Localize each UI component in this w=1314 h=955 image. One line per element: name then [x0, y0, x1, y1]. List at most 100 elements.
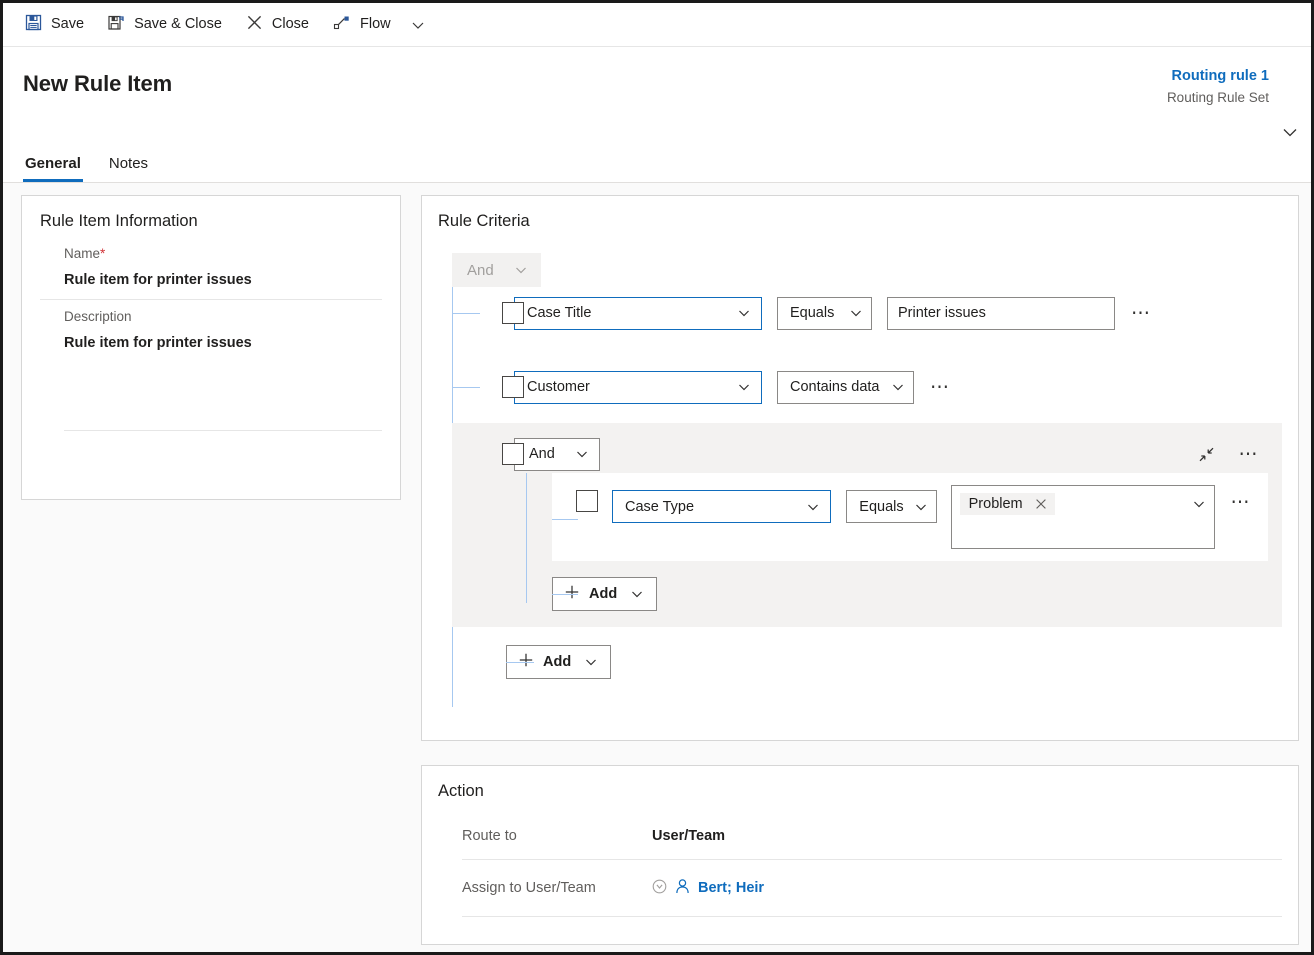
- criteria-value-multiselect[interactable]: Problem: [950, 485, 1215, 549]
- collapse-icon[interactable]: [1198, 446, 1215, 463]
- criteria-row-checkbox[interactable]: [502, 376, 524, 398]
- criteria-value-chevron-down-icon: [1192, 497, 1206, 511]
- criteria-group-body: Case Type Equals Problem ⋯ Add: [526, 473, 1268, 611]
- criteria-row: Case Title Equals Printer issues ⋯: [452, 287, 1282, 339]
- root-operator-dropdown[interactable]: And: [452, 253, 541, 287]
- record-header: New Rule Item Routing rule 1 Routing Rul…: [3, 47, 1311, 183]
- criteria-group-operator-dropdown[interactable]: And: [514, 437, 600, 471]
- person-icon: [674, 878, 691, 899]
- description-field-group: Description Rule item for printer issues: [40, 306, 382, 431]
- criteria-field-chevron-down-icon: [737, 306, 751, 320]
- header-expand-chevron-down-icon[interactable]: [1277, 119, 1303, 145]
- save-and-close-button[interactable]: Save & Close: [96, 5, 234, 45]
- criteria-row-more-button[interactable]: ⋯: [1127, 304, 1157, 323]
- criteria-operator-dropdown[interactable]: Contains data: [777, 370, 914, 404]
- criteria-operator-label: Equals: [790, 305, 835, 321]
- criteria-group-tools: ⋯: [1198, 445, 1269, 464]
- root-operator-chevron-down-icon: [514, 263, 528, 277]
- criteria-root-add-row: Add: [506, 645, 1282, 679]
- criteria-group-add-row: Add: [552, 577, 1268, 611]
- save-button[interactable]: Save: [13, 5, 96, 45]
- description-field-separator: [64, 430, 382, 431]
- rule-item-information-panel: Rule Item Information Name* Rule item fo…: [21, 195, 401, 500]
- criteria-row-more-button[interactable]: ⋯: [1227, 493, 1257, 512]
- criteria-row-checkbox[interactable]: [502, 302, 524, 324]
- tab-notes-label: Notes: [108, 155, 149, 172]
- close-x-icon: [246, 14, 263, 35]
- action-panel: Action Route to User/Team Assign to User…: [421, 765, 1299, 945]
- assign-to-value-text: Bert; Heir: [698, 880, 765, 896]
- criteria-field-label: Case Type: [625, 498, 695, 515]
- close-button[interactable]: Close: [234, 5, 321, 45]
- tree-branch-line: [452, 313, 480, 314]
- record-name-link[interactable]: Routing rule 1: [1167, 67, 1269, 86]
- tab-general[interactable]: General: [23, 149, 83, 182]
- save-button-label: Save: [51, 16, 85, 33]
- description-value[interactable]: Rule item for printer issues: [64, 328, 382, 362]
- criteria-field-chevron-down-icon: [737, 380, 751, 394]
- group-trunk-line: [526, 473, 527, 603]
- command-bar-overflow-chevron-down-icon[interactable]: [403, 5, 433, 45]
- criteria-operator-label: Contains data: [790, 379, 880, 395]
- assign-to-label: Assign to User/Team: [462, 880, 596, 896]
- flow-icon: [333, 14, 351, 35]
- criteria-group-header: And ⋯: [452, 435, 1268, 473]
- criteria-operator-chevron-down-icon: [891, 380, 905, 394]
- criteria-row: Customer Contains data ⋯: [452, 361, 1282, 413]
- tab-notes[interactable]: Notes: [107, 149, 150, 182]
- criteria-operator-dropdown[interactable]: Equals: [846, 490, 937, 523]
- criteria-row-checkbox[interactable]: [576, 490, 598, 512]
- root-operator-label: And: [467, 261, 494, 279]
- rule-criteria-title: Rule Criteria: [438, 212, 530, 230]
- remove-tag-icon[interactable]: [1035, 498, 1047, 510]
- command-bar: Save Save & Close Close Flow: [3, 3, 1311, 47]
- rule-item-information-title: Rule Item Information: [40, 212, 198, 230]
- name-value[interactable]: Rule item for printer issues: [64, 265, 382, 299]
- criteria-group-add-chevron-down-icon: [630, 587, 644, 601]
- route-to-row: Route to User/Team: [438, 813, 1282, 859]
- criteria-field-dropdown[interactable]: Customer: [514, 370, 762, 404]
- criteria-root-add-label: Add: [543, 654, 572, 670]
- name-label: Name*: [64, 243, 382, 265]
- flow-button-label: Flow: [360, 16, 391, 33]
- tab-general-label: General: [25, 155, 81, 172]
- criteria-field-label: Case Title: [527, 305, 592, 321]
- action-title: Action: [438, 782, 484, 800]
- close-button-label: Close: [271, 16, 309, 33]
- criteria-tree: Case Title Equals Printer issues ⋯ Custo…: [452, 287, 1282, 707]
- criteria-value-input[interactable]: Printer issues: [887, 296, 1115, 330]
- page-title: New Rule Item: [23, 71, 173, 96]
- criteria-value-tag: Problem: [959, 493, 1055, 515]
- tree-branch-line: [506, 662, 534, 663]
- lookup-circle-icon: [652, 879, 667, 898]
- name-required-asterisk: *: [100, 246, 106, 261]
- record-type-label: Routing Rule Set: [1166, 90, 1269, 105]
- form-body: Rule Item Information Name* Rule item fo…: [3, 183, 1311, 952]
- tree-branch-line: [552, 594, 578, 595]
- name-field-separator: [40, 299, 382, 300]
- criteria-operator-label: Equals: [859, 498, 904, 515]
- criteria-group-checkbox[interactable]: [502, 443, 524, 465]
- right-column: Rule Criteria And Case Title Equals Prin…: [401, 189, 1311, 952]
- tree-branch-line: [552, 519, 578, 520]
- criteria-row-more-button[interactable]: ⋯: [926, 378, 956, 397]
- assign-to-lookup-value[interactable]: Bert; Heir: [652, 878, 764, 899]
- route-to-value[interactable]: User/Team: [652, 828, 725, 844]
- criteria-operator-chevron-down-icon: [914, 500, 928, 514]
- criteria-field-dropdown[interactable]: Case Title: [514, 296, 762, 330]
- assign-to-separator: [462, 916, 1282, 917]
- save-and-close-button-label: Save & Close: [134, 16, 222, 33]
- criteria-group-operator-label: And: [529, 446, 555, 462]
- criteria-operator-dropdown[interactable]: Equals: [777, 296, 872, 330]
- left-column: Rule Item Information Name* Rule item fo…: [3, 189, 401, 952]
- criteria-row: Case Type Equals Problem ⋯: [552, 473, 1268, 561]
- assign-to-row: Assign to User/Team Bert; Heir: [438, 860, 1282, 916]
- description-label: Description: [64, 309, 132, 324]
- criteria-group-more-button[interactable]: ⋯: [1235, 445, 1265, 464]
- flow-button[interactable]: Flow: [321, 5, 403, 45]
- criteria-group-operator-chevron-down-icon: [575, 447, 589, 461]
- save-and-close-icon: [108, 14, 125, 35]
- route-to-label: Route to: [462, 828, 517, 844]
- criteria-field-dropdown[interactable]: Case Type: [612, 490, 832, 523]
- criteria-operator-chevron-down-icon: [849, 306, 863, 320]
